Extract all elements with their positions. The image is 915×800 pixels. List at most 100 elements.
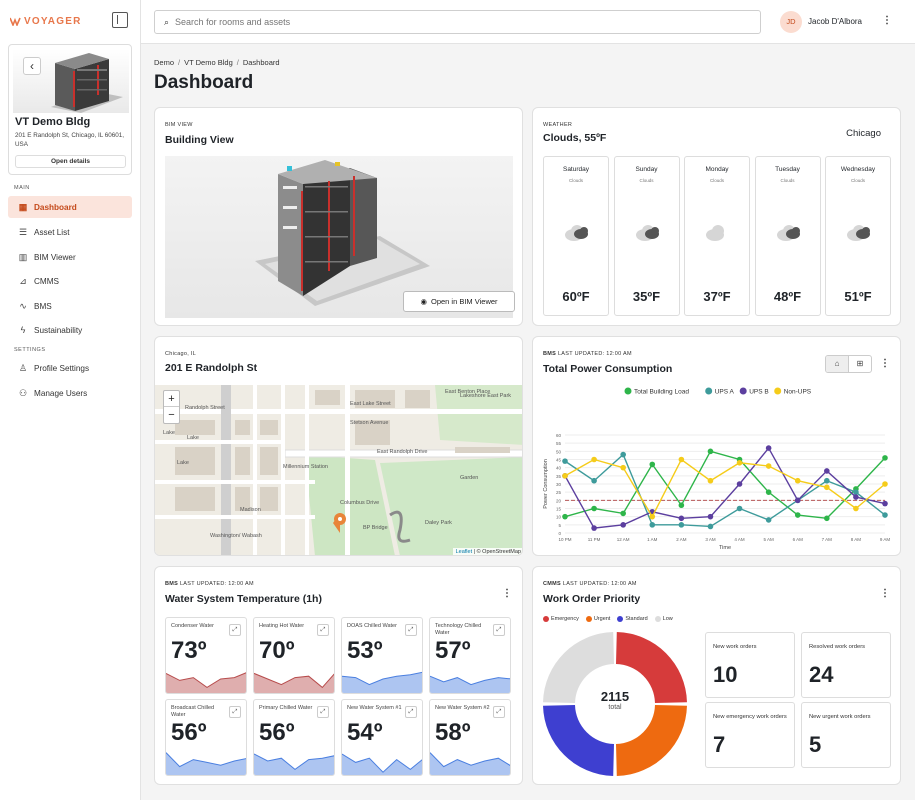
donut-slice-standard[interactable] [543, 704, 615, 776]
data-point[interactable] [765, 463, 772, 469]
data-point[interactable] [853, 489, 859, 495]
work-legend-item[interactable]: Low [654, 616, 673, 622]
legend-item[interactable]: Non-UPS [774, 387, 812, 396]
expand-icon[interactable]: ⤢ [405, 624, 417, 636]
data-point[interactable] [591, 477, 597, 484]
sidebar-collapse-icon[interactable] [112, 12, 128, 28]
data-point[interactable] [707, 477, 714, 484]
data-point[interactable] [678, 502, 685, 509]
sidebar-item-manage-users[interactable]: ⚇ Manage Users [8, 382, 132, 404]
expand-icon[interactable]: ⤢ [229, 706, 241, 718]
data-point[interactable] [562, 473, 568, 479]
sidebar-item-bim-viewer[interactable]: ▥ BIM Viewer [8, 246, 132, 268]
sidebar-item-bms[interactable]: ∿ BMS [8, 295, 132, 317]
sidebar-item-sustainability[interactable]: ϟ Sustainability [8, 319, 132, 341]
data-point[interactable] [678, 456, 685, 463]
data-point[interactable] [794, 497, 801, 504]
osm-attribution[interactable]: | © OpenStreetMap [474, 549, 521, 555]
avatar[interactable]: JD [780, 11, 802, 33]
grid-view-icon[interactable]: ⊞ [849, 356, 871, 372]
data-point[interactable] [882, 500, 888, 507]
data-point[interactable] [707, 448, 714, 455]
breadcrumb-demo[interactable]: Demo [154, 58, 174, 67]
expand-icon[interactable]: ⤢ [317, 706, 329, 718]
home-view-icon[interactable]: ⌂ [826, 356, 849, 372]
search-box[interactable]: ⌕ [154, 10, 761, 34]
expand-icon[interactable]: ⤢ [317, 624, 329, 636]
voyager-logo[interactable]: VOYAGER [10, 16, 82, 27]
work-legend-item[interactable]: Standard [617, 616, 648, 622]
expand-icon[interactable]: ⤢ [493, 706, 505, 718]
water-tile[interactable]: Primary Chilled Water ⤢ 56º [253, 699, 335, 776]
data-point[interactable] [649, 461, 656, 468]
data-point[interactable] [649, 522, 656, 528]
data-point[interactable] [824, 468, 830, 474]
data-point[interactable] [824, 477, 830, 484]
zoom-in-button[interactable]: + [164, 391, 179, 407]
open-details-button[interactable]: Open details [15, 155, 126, 168]
data-point[interactable] [620, 510, 626, 517]
expand-icon[interactable]: ⤢ [493, 624, 505, 636]
user-menu-kebab-icon[interactable]: ⋮ [882, 16, 892, 28]
zoom-out-button[interactable]: − [164, 407, 179, 423]
data-point[interactable] [591, 456, 597, 463]
data-point[interactable] [882, 481, 888, 487]
data-point[interactable] [562, 513, 568, 520]
legend-dot [654, 616, 661, 622]
data-point[interactable] [591, 505, 597, 512]
water-tile[interactable]: Broadcast Chilled Water ⤢ 56º [165, 699, 247, 776]
donut-slice-urgent[interactable] [615, 704, 687, 776]
legend-item[interactable]: UPS A [705, 387, 735, 396]
data-point[interactable] [853, 494, 859, 500]
data-point[interactable] [591, 525, 597, 531]
data-point[interactable] [736, 481, 743, 487]
data-point[interactable] [765, 445, 772, 451]
sidebar-item-cmms[interactable]: ⊿ CMMS [8, 270, 132, 292]
data-point[interactable] [620, 464, 626, 471]
data-point[interactable] [794, 512, 801, 518]
data-point[interactable] [853, 505, 859, 512]
legend-item[interactable]: Total Building Load [624, 387, 690, 396]
sidebar-item-asset-list[interactable]: ☰ Asset List [8, 221, 132, 243]
water-menu-kebab-icon[interactable]: ⋮ [502, 589, 512, 601]
map-view[interactable]: + − Randolph Street Lake Lake Millennium St… [155, 385, 522, 555]
water-tile[interactable]: Technology Chilled Water ⤢ 57º [429, 617, 511, 694]
water-tile[interactable]: Heating Hot Water ⤢ 70º [253, 617, 335, 694]
data-point[interactable] [736, 459, 743, 466]
data-point[interactable] [678, 515, 685, 522]
search-input[interactable] [175, 17, 746, 27]
data-point[interactable] [620, 451, 626, 458]
water-tile[interactable]: DOAS Chilled Water ⤢ 53º [341, 617, 423, 694]
data-point[interactable] [882, 455, 888, 461]
water-tile[interactable]: New Water System #2 ⤢ 58º [429, 699, 511, 776]
data-point[interactable] [620, 522, 626, 528]
work-menu-kebab-icon[interactable]: ⋮ [880, 589, 890, 601]
sidebar-item-dashboard[interactable]: ▦ Dashboard [8, 196, 132, 218]
leaflet-link[interactable]: Leaflet [456, 549, 473, 555]
data-point[interactable] [765, 489, 772, 495]
work-legend-item[interactable]: Emergency [543, 616, 579, 622]
legend-item[interactable]: UPS B [739, 387, 769, 396]
breadcrumb-building[interactable]: VT Demo Bldg [184, 58, 233, 67]
expand-icon[interactable]: ⤢ [405, 706, 417, 718]
data-point[interactable] [736, 505, 743, 512]
data-point[interactable] [562, 458, 568, 464]
open-in-bim-viewer-button[interactable]: ◉ Open in BIM Viewer [403, 291, 515, 312]
expand-icon[interactable]: ⤢ [229, 624, 241, 636]
data-point[interactable] [824, 515, 830, 522]
power-menu-kebab-icon[interactable]: ⋮ [880, 359, 890, 371]
bim-viewport[interactable]: ◉ Open in BIM Viewer [165, 156, 515, 318]
sidebar-item-profile-settings[interactable]: ♙ Profile Settings [8, 357, 132, 379]
data-point[interactable] [882, 512, 888, 518]
data-point[interactable] [678, 522, 685, 528]
user-name[interactable]: Jacob D'Albora [808, 17, 862, 26]
data-point[interactable] [765, 517, 772, 523]
data-point[interactable] [794, 477, 801, 484]
work-legend-item[interactable]: Urgent [585, 616, 610, 622]
data-point[interactable] [707, 523, 714, 530]
data-point[interactable] [649, 513, 656, 520]
water-tile[interactable]: Condenser Water ⤢ 73º [165, 617, 247, 694]
data-point[interactable] [824, 484, 830, 491]
data-point[interactable] [707, 513, 714, 520]
water-tile[interactable]: New Water System #1 ⤢ 54º [341, 699, 423, 776]
